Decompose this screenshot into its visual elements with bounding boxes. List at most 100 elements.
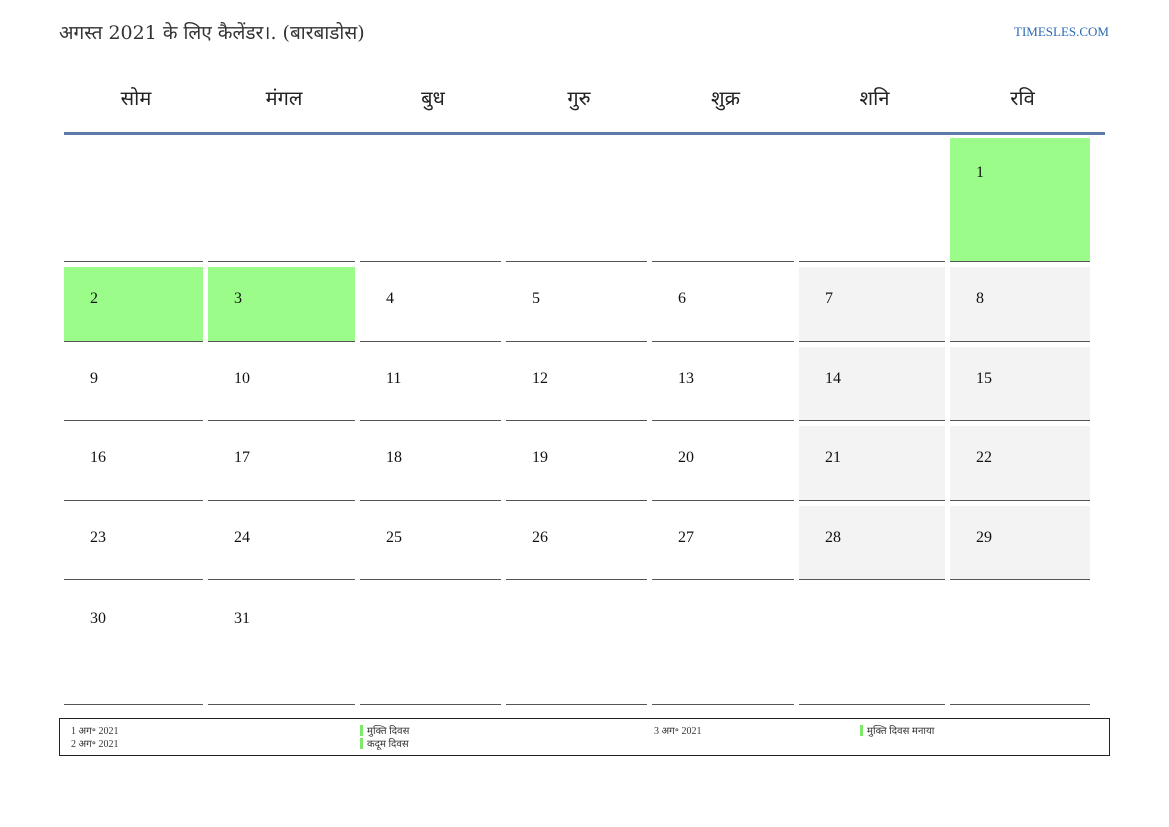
legend-holiday-name: कदूम दिवस — [367, 739, 409, 750]
day-number: 13 — [678, 370, 694, 387]
day-number: 3 — [234, 290, 242, 307]
day-number: 2 — [90, 290, 98, 307]
day-number: 6 — [678, 290, 686, 307]
day-cell[interactable]: 2 — [64, 262, 208, 342]
day-cell[interactable]: 9 — [64, 342, 208, 421]
legend-holiday: कदूम दिवस — [360, 738, 409, 751]
day-cell[interactable]: 20 — [652, 421, 799, 501]
holiday-marker — [860, 725, 863, 736]
day-cell[interactable]: 22 — [950, 421, 1095, 501]
day-number: 17 — [234, 449, 250, 466]
day-cell-background — [64, 426, 203, 501]
legend-holiday-name: मुक्ति दिवस — [367, 726, 410, 737]
day-number: 26 — [532, 529, 548, 546]
day-number: 19 — [532, 449, 548, 466]
day-number: 9 — [90, 370, 98, 387]
day-cell[interactable]: 19 — [506, 421, 652, 501]
day-cell-background — [799, 506, 945, 580]
day-cell[interactable]: 14 — [799, 342, 950, 421]
day-cell-background — [950, 506, 1090, 580]
day-cell[interactable]: 29 — [950, 501, 1095, 580]
day-cell[interactable]: 21 — [799, 421, 950, 501]
day-cell-background — [208, 580, 355, 705]
day-number: 14 — [825, 370, 841, 387]
day-number: 11 — [386, 370, 402, 387]
weekday-mon: सोम — [120, 86, 152, 110]
day-cell[interactable]: 31 — [208, 580, 360, 705]
day-cell[interactable]: 3 — [208, 262, 360, 342]
empty-day-cell — [506, 580, 652, 705]
legend-holiday: मुक्ति दिवस मनाया — [860, 725, 934, 738]
empty-day-cell — [799, 138, 950, 262]
holiday-legend: 1 अग॰ 2021 2 अग॰ 2021 मुक्ति दिवस कदूम द… — [59, 718, 1110, 756]
day-cell-background — [799, 267, 945, 342]
day-cell-background — [506, 267, 647, 342]
day-cell[interactable]: 28 — [799, 501, 950, 580]
day-cell-background — [208, 347, 355, 421]
day-cell-background — [64, 267, 203, 342]
day-cell[interactable]: 11 — [360, 342, 506, 421]
empty-day-cell — [64, 138, 208, 262]
holiday-marker — [360, 738, 363, 749]
empty-day-cell — [360, 138, 506, 262]
day-cell[interactable]: 30 — [64, 580, 208, 705]
page-title: अगस्त 2021 के लिए कैलेंडर।. (बारबाडोस) — [59, 22, 365, 44]
legend-holiday: मुक्ति दिवस — [360, 725, 409, 738]
weekday-sun: रवि — [1010, 86, 1035, 110]
day-cell-background — [360, 138, 501, 262]
day-cell-background — [506, 138, 647, 262]
empty-day-cell — [652, 138, 799, 262]
day-cell[interactable]: 7 — [799, 262, 950, 342]
day-cell-background — [799, 580, 945, 705]
day-cell-background — [652, 506, 794, 580]
day-cell[interactable]: 26 — [506, 501, 652, 580]
day-cell[interactable]: 6 — [652, 262, 799, 342]
day-number: 22 — [976, 449, 992, 466]
weekday-wed: बुध — [421, 86, 445, 110]
day-cell[interactable]: 10 — [208, 342, 360, 421]
day-number: 12 — [532, 370, 548, 387]
day-cell-background — [652, 347, 794, 421]
day-cell-background — [506, 580, 647, 705]
day-cell[interactable]: 27 — [652, 501, 799, 580]
day-cell[interactable]: 8 — [950, 262, 1095, 342]
day-cell-background — [64, 138, 203, 262]
weekday-sat: शनि — [859, 86, 890, 110]
empty-day-cell — [799, 580, 950, 705]
day-cell-background — [799, 426, 945, 501]
legend-date: 1 अग॰ 2021 — [71, 726, 119, 737]
day-number: 15 — [976, 370, 992, 387]
day-number: 16 — [90, 449, 106, 466]
day-cell[interactable]: 5 — [506, 262, 652, 342]
site-link[interactable]: TIMESLES.COM — [1014, 24, 1109, 40]
day-number: 5 — [532, 290, 540, 307]
day-cell-background — [208, 267, 355, 342]
day-cell-background — [506, 426, 647, 501]
day-cell-background — [360, 506, 501, 580]
day-number: 23 — [90, 529, 106, 546]
day-cell-background — [506, 506, 647, 580]
day-number: 27 — [678, 529, 694, 546]
day-cell[interactable]: 16 — [64, 421, 208, 501]
day-cell-background — [64, 347, 203, 421]
day-cell[interactable]: 17 — [208, 421, 360, 501]
day-cell[interactable]: 4 — [360, 262, 506, 342]
day-cell-background — [506, 347, 647, 421]
day-cell[interactable]: 15 — [950, 342, 1095, 421]
empty-day-cell — [506, 138, 652, 262]
day-cell-background — [799, 138, 945, 262]
day-cell-background — [950, 580, 1090, 705]
day-number: 1 — [976, 164, 984, 181]
calendar: सोम मंगल बुध गुरु शुक्र शनि रवि 12345678… — [64, 70, 1105, 705]
day-number: 8 — [976, 290, 984, 307]
day-cell[interactable]: 12 — [506, 342, 652, 421]
day-cell[interactable]: 24 — [208, 501, 360, 580]
day-cell[interactable]: 23 — [64, 501, 208, 580]
day-cell[interactable]: 25 — [360, 501, 506, 580]
day-cell[interactable]: 18 — [360, 421, 506, 501]
day-cell[interactable]: 1 — [950, 138, 1095, 262]
day-cell-background — [360, 426, 501, 501]
day-cell[interactable]: 13 — [652, 342, 799, 421]
day-number: 28 — [825, 529, 841, 546]
day-cell-background — [950, 138, 1090, 262]
